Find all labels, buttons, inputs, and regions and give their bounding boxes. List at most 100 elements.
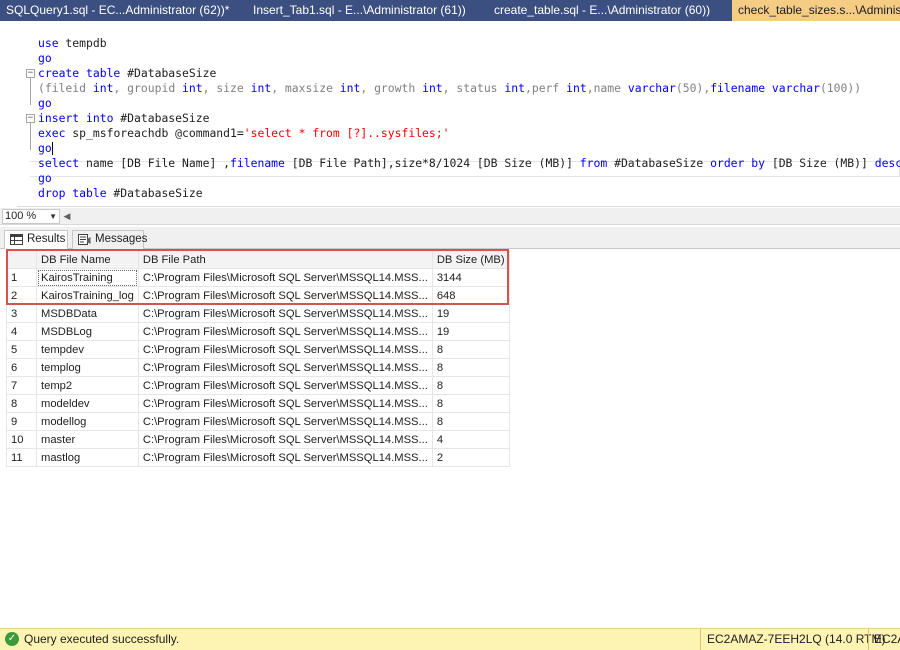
row-number[interactable]: 8	[6, 394, 37, 413]
row-number[interactable]: 6	[6, 358, 37, 377]
row-number[interactable]: 9	[6, 412, 37, 431]
tab-results-label: Results	[27, 233, 66, 245]
cell-db-file-name[interactable]: modellog	[36, 412, 139, 431]
cell-db-file-path[interactable]: C:\Program Files\Microsoft SQL Server\MS…	[137, 430, 433, 449]
table-row: 1 KairosTraining C:\Program Files\Micros…	[6, 268, 510, 287]
row-number[interactable]: 2	[6, 286, 37, 305]
results-tab-strip: Results Messages	[0, 227, 900, 249]
cell-db-file-path[interactable]: C:\Program Files\Microsoft SQL Server\MS…	[137, 412, 433, 431]
status-server-truncated: EC2A	[868, 629, 900, 650]
table-row: 3 MSDBData C:\Program Files\Microsoft SQ…	[6, 304, 510, 323]
success-check-icon: ✓	[5, 632, 19, 646]
cell-db-file-name[interactable]: modeldev	[36, 394, 139, 413]
code-text: ,perf	[524, 81, 567, 95]
query-editor[interactable]: − − use tempdb go create table #Database…	[0, 21, 900, 207]
cell-db-file-path[interactable]: C:\Program Files\Microsoft SQL Server\MS…	[137, 340, 433, 359]
code-text: name [DB File Name] ,	[79, 156, 231, 170]
cell-db-file-path[interactable]: C:\Program Files\Microsoft SQL Server\MS…	[137, 448, 433, 467]
cell-db-size[interactable]: 2	[431, 448, 510, 467]
row-number-header[interactable]	[6, 250, 37, 269]
tab-messages[interactable]: Messages	[72, 230, 147, 249]
grid-icon	[10, 234, 23, 245]
keyword: exec	[38, 126, 66, 140]
table-row: 6 templog C:\Program Files\Microsoft SQL…	[6, 358, 510, 377]
cell-db-file-path[interactable]: C:\Program Files\Microsoft SQL Server\MS…	[137, 394, 433, 413]
cell-db-size[interactable]: 19	[431, 322, 510, 341]
keyword: drop table	[38, 186, 107, 200]
code-line: exec sp_msforeachdb @command1='select * …	[38, 126, 900, 141]
row-number[interactable]: 3	[6, 304, 37, 323]
collapse-icon[interactable]: −	[26, 69, 35, 78]
cell-db-size[interactable]: 8	[431, 340, 510, 359]
cell-db-file-name[interactable]: tempdev	[36, 340, 139, 359]
cell-db-size[interactable]: 19	[431, 304, 510, 323]
code-line: go	[38, 96, 900, 111]
table-row: 8 modeldev C:\Program Files\Microsoft SQ…	[6, 394, 510, 413]
cell-db-file-path[interactable]: C:\Program Files\Microsoft SQL Server\MS…	[137, 286, 433, 305]
row-number[interactable]: 11	[6, 448, 37, 467]
cell-db-file-name[interactable]: MSDBData	[36, 304, 139, 323]
cell-db-file-name[interactable]: templog	[36, 358, 139, 377]
row-number[interactable]: 4	[6, 322, 37, 341]
code-text: #DatabaseSize	[106, 186, 203, 200]
code-text: (fileid	[38, 81, 93, 95]
table-row: 2 KairosTraining_log C:\Program Files\Mi…	[6, 286, 510, 305]
cell-db-file-name[interactable]: mastlog	[36, 448, 139, 467]
row-number[interactable]: 7	[6, 376, 37, 395]
zoom-select[interactable]: 100 % ▼	[2, 209, 60, 224]
cell-db-file-path[interactable]: C:\Program Files\Microsoft SQL Server\MS…	[137, 376, 433, 395]
cell-db-size[interactable]: 648	[431, 286, 510, 305]
tab-insert-tab1[interactable]: Insert_Tab1.sql - E...\Administrator (61…	[247, 0, 488, 21]
code-text: , groupid	[113, 81, 183, 95]
tab-results[interactable]: Results	[4, 230, 68, 249]
cell-db-file-name[interactable]: KairosTraining_log	[36, 286, 139, 305]
cell-db-file-name[interactable]: temp2	[36, 376, 139, 395]
keyword: use	[38, 36, 59, 50]
results-grid: DB File Name DB File Path DB Size (MB) 1…	[0, 249, 900, 626]
cell-db-file-path[interactable]: C:\Program Files\Microsoft SQL Server\MS…	[137, 322, 433, 341]
scroll-left-icon[interactable]: ◀	[62, 210, 72, 223]
code-line: create table #DatabaseSize	[38, 66, 900, 81]
keyword: filename	[710, 81, 766, 95]
status-server: EC2AMAZ-7EEH2LQ (14.0 RTM)	[700, 629, 892, 650]
code-text: tempdb	[58, 36, 107, 50]
row-number[interactable]: 5	[6, 340, 37, 359]
zoom-value: 100 %	[5, 210, 37, 222]
cell-db-size[interactable]: 8	[431, 358, 510, 377]
code-line: use tempdb	[38, 36, 900, 51]
keyword: select	[38, 156, 80, 170]
cell-db-file-name[interactable]: master	[36, 430, 139, 449]
cell-db-size[interactable]: 3144	[431, 268, 510, 287]
cell-db-file-path[interactable]: C:\Program Files\Microsoft SQL Server\MS…	[137, 358, 433, 377]
keyword: filename	[230, 156, 285, 170]
column-header-db-file-name[interactable]: DB File Name	[36, 250, 139, 269]
keyword: desc	[874, 156, 900, 170]
code-text: (100))	[819, 81, 862, 95]
cell-db-file-path[interactable]: C:\Program Files\Microsoft SQL Server\MS…	[137, 268, 433, 287]
column-header-db-file-path[interactable]: DB File Path	[137, 250, 433, 269]
cell-db-size[interactable]: 8	[431, 394, 510, 413]
cell-db-size[interactable]: 8	[431, 412, 510, 431]
cell-db-size[interactable]: 4	[431, 430, 510, 449]
row-number[interactable]: 10	[6, 430, 37, 449]
tab-check-table-sizes[interactable]: check_table_sizes.s...\Administrator (59…	[732, 0, 900, 21]
code-text: , status	[442, 81, 505, 95]
sql-code: use tempdb go create table #DatabaseSize…	[38, 36, 900, 201]
keyword: int	[504, 81, 525, 95]
column-header-db-size[interactable]: DB Size (MB)	[431, 250, 510, 269]
keyword: go	[38, 96, 52, 110]
tab-sqlquery1[interactable]: SQLQuery1.sql - EC...Administrator (62))…	[0, 0, 247, 21]
keyword: order by	[710, 156, 765, 170]
code-text: sp_msforeachdb @command1=	[65, 126, 244, 140]
cell-db-file-name[interactable]: MSDBLog	[36, 322, 139, 341]
code-line: (fileid int, groupid int, size int, maxs…	[38, 81, 900, 96]
cell-db-file-path[interactable]: C:\Program Files\Microsoft SQL Server\MS…	[137, 304, 433, 323]
tab-create-table[interactable]: create_table.sql - E...\Administrator (6…	[488, 0, 732, 21]
row-number[interactable]: 1	[6, 268, 37, 287]
keyword: int	[422, 81, 443, 95]
keyword: int	[182, 81, 203, 95]
cell-db-size[interactable]: 8	[431, 376, 510, 395]
collapse-icon[interactable]: −	[26, 114, 35, 123]
code-text: #DatabaseSize	[120, 66, 217, 80]
cell-db-file-name[interactable]: KairosTraining	[36, 268, 139, 287]
